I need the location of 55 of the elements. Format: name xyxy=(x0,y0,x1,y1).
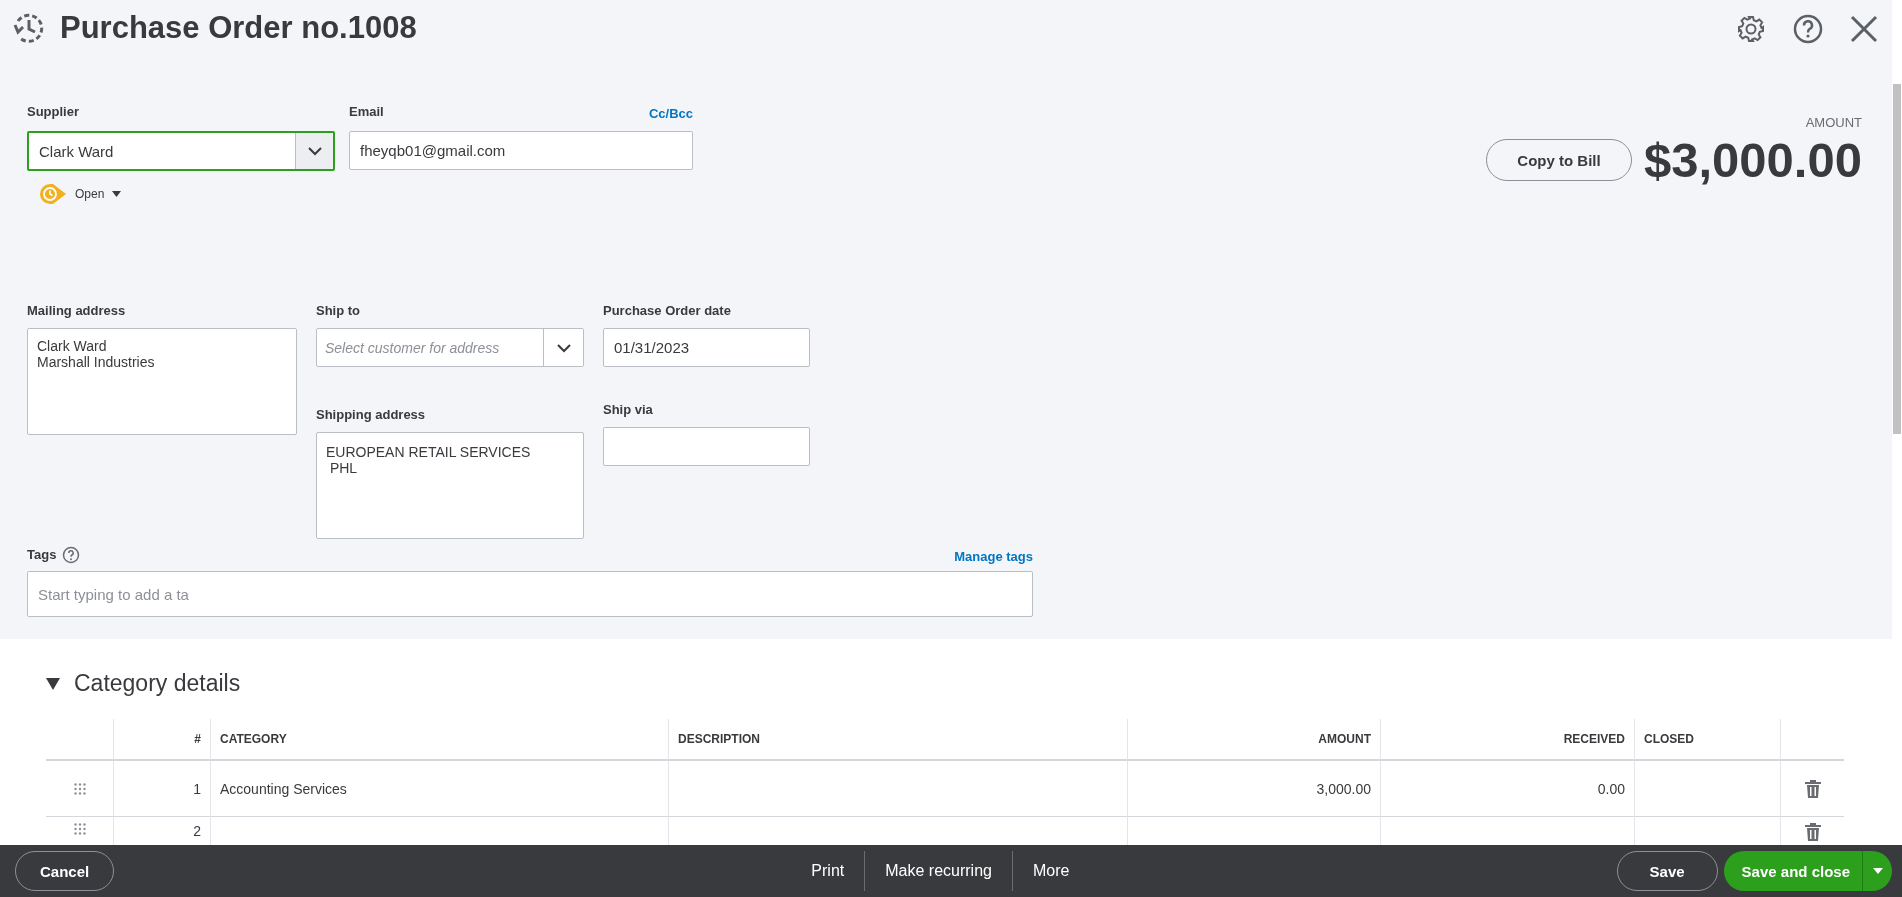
field-label: Purchase Order date xyxy=(603,303,732,320)
column-header: AMOUNT xyxy=(1127,719,1380,761)
close-icon[interactable] xyxy=(1850,15,1878,43)
help-icon[interactable] xyxy=(62,546,81,564)
column-header: DESCRIPTION xyxy=(668,719,1127,761)
column-header: CLOSED xyxy=(1634,719,1780,761)
status-icon xyxy=(39,183,67,205)
table-cell: 1 xyxy=(113,761,210,817)
column-header: CATEGORY xyxy=(210,719,668,761)
field-label: Ship via xyxy=(603,402,654,419)
supplier-field[interactable]: Clark Ward xyxy=(27,131,335,171)
field-label: Tags xyxy=(27,546,57,564)
field-label: Mailing address xyxy=(27,303,127,320)
footer-action-button[interactable]: Print xyxy=(791,851,865,891)
table-cell: 3,000.00 xyxy=(1127,761,1380,817)
column-header: # xyxy=(113,719,210,761)
total-amount: $3,000.00 xyxy=(1644,132,1862,188)
history-icon xyxy=(12,11,46,45)
manage-tags-link[interactable]: Manage tags xyxy=(954,549,1033,564)
caret-icon xyxy=(1872,868,1883,874)
trash-icon[interactable] xyxy=(1804,823,1821,841)
address-field[interactable]: Clark Ward Marshall Industries xyxy=(27,328,297,435)
tags-field[interactable]: Start typing to add a ta xyxy=(27,571,1033,617)
status-dropdown[interactable]: Open xyxy=(39,183,122,205)
email-field[interactable]: fheyqb01@gmail.com xyxy=(349,131,693,170)
dropdown-button[interactable] xyxy=(295,133,333,169)
drag-handle-icon[interactable] xyxy=(73,823,86,835)
caret-icon xyxy=(112,191,122,197)
amount-label: AMOUNT xyxy=(1805,115,1862,130)
field-label: Email xyxy=(349,104,384,121)
caret-icon[interactable] xyxy=(46,677,60,690)
dropdown-button[interactable] xyxy=(543,329,583,366)
date-field[interactable]: 01/31/2023 xyxy=(603,328,810,367)
column-header: RECEIVED xyxy=(1380,719,1634,761)
copy-to-bill-button[interactable]: Copy to Bill xyxy=(1486,139,1632,181)
ship-to-field[interactable]: Select customer for address xyxy=(316,328,584,367)
trash-icon[interactable] xyxy=(1804,779,1821,798)
drag-handle-icon[interactable] xyxy=(73,782,86,795)
window-title: Purchase Order no.1008 xyxy=(60,10,417,46)
settings-icon[interactable] xyxy=(1736,14,1766,44)
scrollbar[interactable] xyxy=(1893,84,1901,434)
chevron-down-icon xyxy=(306,146,323,156)
field-label: Supplier xyxy=(27,104,79,121)
address-field[interactable]: EUROPEAN RETAIL SERVICES PHL xyxy=(316,432,584,539)
chevron-down-icon xyxy=(555,342,572,353)
table-cell: 0.00 xyxy=(1380,761,1634,817)
ship-via-field[interactable] xyxy=(603,427,810,466)
help-icon[interactable] xyxy=(1793,14,1823,44)
table-cell: Accounting Services xyxy=(210,761,668,817)
footer-action-button[interactable]: Make recurring xyxy=(864,851,1012,891)
section-title: Category details xyxy=(74,670,241,697)
field-label: Ship to xyxy=(316,303,362,320)
cc-bcc-link[interactable]: Cc/Bcc xyxy=(648,106,693,121)
footer-action-button[interactable]: More xyxy=(1011,851,1090,891)
field-label: Shipping address xyxy=(316,407,427,424)
